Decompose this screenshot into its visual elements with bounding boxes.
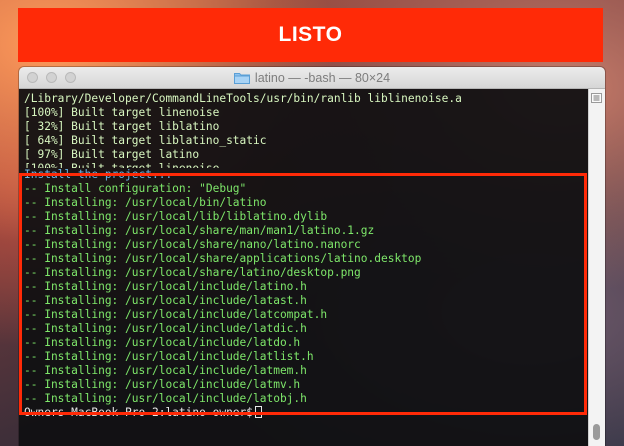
install-output-line: -- Installing: /usr/local/share/latino/d… <box>24 266 361 279</box>
install-output-line: -- Installing: /usr/local/include/latmv.… <box>24 378 301 391</box>
build-output-line: [ 97%] Built target latino <box>24 148 200 161</box>
build-output-line: /Library/Developer/CommandLineTools/usr/… <box>24 92 462 105</box>
install-output-line: -- Install configuration: "Debug" <box>24 182 247 195</box>
window-title-group: latino — -bash — 80×24 <box>19 67 605 88</box>
install-output-line: -- Installing: /usr/local/include/latdic… <box>24 322 307 335</box>
install-output-line: -- Installing: /usr/local/share/applicat… <box>24 252 422 265</box>
install-output-line: -- Installing: /usr/local/include/latlis… <box>24 350 314 363</box>
prompt-line[interactable]: Owners-MacBook-Pro-2:latino owner$ <box>24 406 462 420</box>
terminal-output[interactable]: /Library/Developer/CommandLineTools/usr/… <box>19 89 589 446</box>
install-output-line: -- Installing: /usr/local/include/latino… <box>24 280 307 293</box>
scroll-grip-icon <box>591 93 602 103</box>
install-output-line: -- Installing: /usr/local/include/latcom… <box>24 308 328 321</box>
banner-text: LISTO <box>278 23 343 46</box>
vertical-scrollbar[interactable] <box>588 89 605 446</box>
terminal-lines: /Library/Developer/CommandLineTools/usr/… <box>24 92 462 420</box>
banner: LISTO <box>18 8 603 62</box>
text-cursor <box>255 406 263 418</box>
install-header-line: Install the project... <box>24 168 173 181</box>
install-output-line: -- Installing: /usr/local/share/man/man1… <box>24 224 375 237</box>
folder-icon <box>233 72 250 84</box>
install-output-line: -- Installing: /usr/local/lib/liblatino.… <box>24 210 328 223</box>
install-output-line: -- Installing: /usr/local/bin/latino <box>24 196 267 209</box>
shell-prompt: Owners-MacBook-Pro-2:latino owner$ <box>24 406 254 419</box>
scroll-thumb[interactable] <box>593 424 600 440</box>
build-output-line: [ 32%] Built target liblatino <box>24 120 220 133</box>
install-output-line: -- Installing: /usr/local/include/latdo.… <box>24 336 301 349</box>
terminal-window: latino — -bash — 80×24 /Library/Develope… <box>19 67 605 446</box>
build-output-line: [100%] Built target linenoise <box>24 106 220 119</box>
title-bar[interactable]: latino — -bash — 80×24 <box>19 67 605 89</box>
install-output-line: -- Installing: /usr/local/share/nano/lat… <box>24 238 361 251</box>
install-output-line: -- Installing: /usr/local/include/latast… <box>24 294 307 307</box>
install-output-line: -- Installing: /usr/local/include/latmem… <box>24 364 307 377</box>
build-output-line: [ 64%] Built target liblatino_static <box>24 134 267 147</box>
window-title: latino — -bash — 80×24 <box>254 70 391 85</box>
install-output-line: -- Installing: /usr/local/include/latobj… <box>24 392 307 405</box>
